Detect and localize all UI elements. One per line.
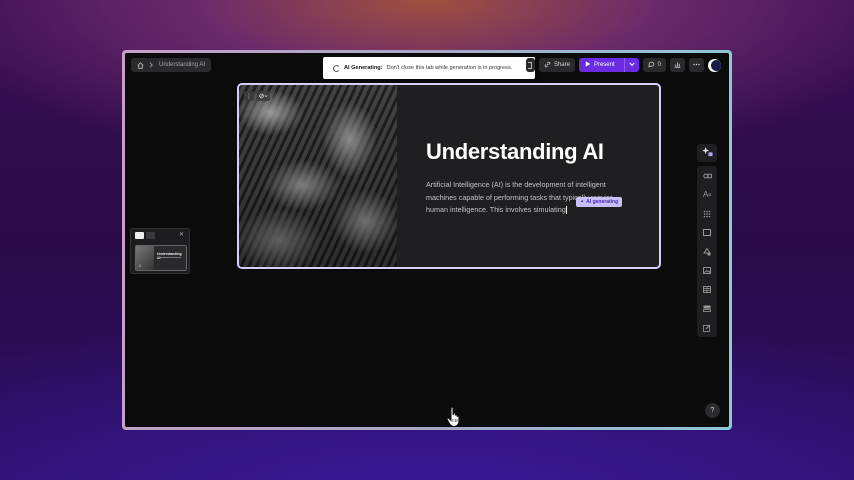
- editor-canvas: Understanding AI AI Generating: Don't cl…: [125, 53, 729, 427]
- text-icon[interactable]: Aa: [701, 188, 713, 201]
- link-icon: [544, 61, 551, 70]
- right-toolbar: Aa: [697, 144, 717, 337]
- tool-list: Aa: [697, 166, 717, 337]
- sparkle-add-icon: [701, 144, 713, 162]
- table-icon[interactable]: [701, 283, 713, 296]
- more-button[interactable]: [689, 58, 704, 72]
- hand-cursor-icon: [446, 406, 460, 428]
- avatar[interactable]: [708, 58, 721, 72]
- edit-icon[interactable]: [701, 321, 713, 334]
- home-icon[interactable]: [137, 61, 144, 69]
- thumbnail-text-line: [157, 257, 181, 258]
- chevron-right-icon: [149, 62, 154, 68]
- thumbnail-view-tabs: [135, 232, 155, 239]
- slide-image[interactable]: [239, 85, 397, 267]
- thumbnail-list-tab[interactable]: [146, 232, 155, 239]
- slide-thumbnail[interactable]: Understanding AI 1: [135, 245, 187, 271]
- shapes-icon[interactable]: [701, 245, 713, 258]
- partial-icon: [528, 61, 533, 69]
- ai-generating-toast: AI Generating: Don't close this tab whil…: [323, 57, 535, 79]
- present-dropdown[interactable]: [623, 58, 639, 72]
- breadcrumb-page[interactable]: Understanding AI: [159, 62, 205, 68]
- slide-thumbnails-panel: ✕ Understanding AI 1: [130, 228, 190, 274]
- image-edit-icon[interactable]: [257, 91, 270, 101]
- spinner-icon: [333, 64, 340, 72]
- present-button[interactable]: Present: [578, 58, 639, 72]
- toast-message: Don't close this tab while generation is…: [386, 65, 513, 71]
- analytics-button[interactable]: [670, 58, 685, 72]
- slide-card[interactable]: ⋮ Understanding AI Artificial Intelligen…: [237, 83, 661, 269]
- image-icon[interactable]: [701, 264, 713, 277]
- drag-handle-icon[interactable]: ⋮: [244, 91, 254, 101]
- text-caret: [565, 206, 567, 215]
- top-toolbar: Share Present 0: [525, 58, 721, 72]
- frame-icon[interactable]: [701, 226, 713, 239]
- slide-title[interactable]: Understanding AI: [426, 139, 604, 165]
- chevron-down-icon: [629, 62, 635, 69]
- breadcrumb[interactable]: Understanding AI: [131, 58, 212, 72]
- more-icon: [693, 62, 700, 68]
- share-button[interactable]: Share: [538, 58, 575, 72]
- ai-add-button[interactable]: [697, 144, 717, 162]
- comments-count: 0: [657, 62, 661, 68]
- components-icon[interactable]: [701, 169, 713, 182]
- present-label: Present: [593, 62, 615, 68]
- thumbnail-grid-tab[interactable]: [135, 232, 144, 239]
- share-label: Share: [553, 62, 570, 68]
- thumbnail-title: Understanding AI: [157, 252, 182, 260]
- help-button[interactable]: ?: [705, 403, 720, 418]
- grid-icon[interactable]: [701, 207, 713, 220]
- present-main[interactable]: Present: [579, 58, 621, 72]
- app-window: Understanding AI AI Generating: Don't cl…: [122, 50, 732, 430]
- slide-controls: ⋮: [244, 91, 270, 101]
- comments-button[interactable]: 0: [642, 58, 666, 72]
- ai-badge-label: AI generating: [586, 199, 619, 205]
- help-label: ?: [710, 407, 715, 414]
- chart-icon: [674, 61, 681, 70]
- close-icon[interactable]: ✕: [179, 231, 184, 238]
- thumbnail-number: 1: [139, 264, 141, 268]
- play-icon: [585, 61, 591, 69]
- sparkle-icon: ✦: [580, 199, 585, 205]
- toast-bold: AI Generating:: [344, 65, 383, 71]
- hidden-toolbar-button[interactable]: [525, 58, 535, 72]
- ai-generating-badge: ✦ AI generating: [576, 197, 623, 207]
- comment-icon: [648, 61, 655, 70]
- layout-icon[interactable]: [701, 302, 713, 315]
